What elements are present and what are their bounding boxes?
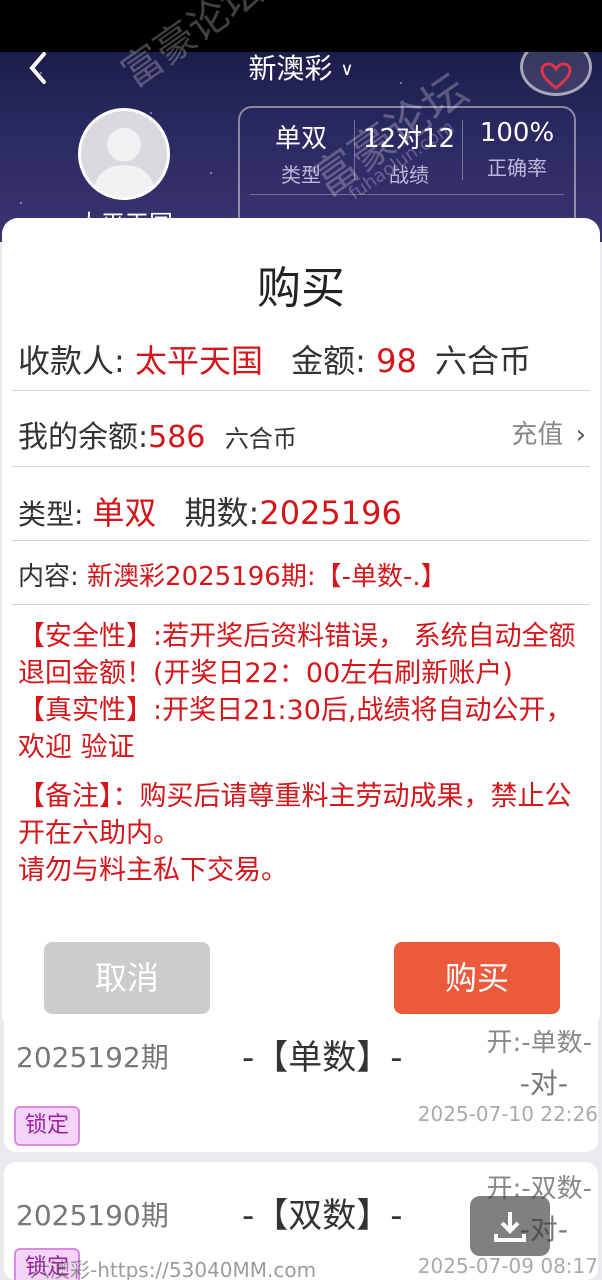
divider bbox=[12, 466, 590, 467]
type-value: 单双 bbox=[92, 494, 157, 532]
divider bbox=[12, 604, 590, 605]
match-result: -对- bbox=[519, 1067, 568, 1100]
payee-row: 收款人: 太平天国 金额: 98 六合币 bbox=[18, 336, 584, 382]
chevron-down-icon: ∨ bbox=[340, 59, 354, 80]
page-title: 新澳彩 bbox=[248, 52, 333, 85]
heart-icon bbox=[540, 62, 572, 90]
lock-badge: 锁定 bbox=[14, 1106, 80, 1146]
lottery-selector[interactable]: 新澳彩 ∨ bbox=[0, 52, 602, 92]
content-value: 新澳彩2025196期:【-单数-.】 bbox=[87, 562, 447, 592]
stat-value: 100% bbox=[479, 118, 555, 148]
payee-label: 收款人: bbox=[18, 342, 135, 380]
notice-remark: 【备注】：购买后请尊重料主劳动成果，禁止公开在六助内。 bbox=[18, 781, 572, 849]
header-hero: 新澳彩∨ 太平天国 单双 类型 12对12 战绩 100% 正确率 bbox=[0, 52, 602, 242]
recharge-label: 充值 bbox=[511, 420, 564, 450]
divider bbox=[462, 120, 463, 180]
period-value: 2025196 bbox=[259, 494, 402, 532]
balance-unit: 六合币 bbox=[224, 425, 297, 453]
amount-value: 98 bbox=[376, 342, 417, 380]
balance-row: 我的余额:586 六合币 bbox=[18, 412, 584, 456]
download-icon bbox=[494, 1212, 526, 1242]
period-number: 2025192期 bbox=[16, 1041, 169, 1074]
dialog-title: 购买 bbox=[257, 263, 345, 314]
chevron-right-icon: › bbox=[575, 420, 586, 450]
pick-value: -【单数】- bbox=[242, 1038, 403, 1078]
notice-text: 【安全性】:若开奖后资料错误， 系统自动全额退回金额！(开奖日22：00左右刷新… bbox=[18, 618, 590, 889]
cancel-button[interactable]: 取消 bbox=[44, 942, 210, 1014]
avatar[interactable] bbox=[78, 108, 170, 200]
period-label: 期数: bbox=[184, 494, 260, 532]
content-row: 内容: 新澳彩2025196期:【-单数-.】 bbox=[18, 556, 584, 593]
notice-truth: 【真实性】:开奖日21:30后,战绩将自动公开，欢迎 验证 bbox=[18, 695, 573, 763]
type-label: 类型: bbox=[18, 498, 93, 531]
stat-label: 正确率 bbox=[487, 156, 547, 180]
period-number: 2025190期 bbox=[16, 1199, 169, 1232]
balance-value: 586 bbox=[148, 420, 206, 455]
notice-remark-2: 请勿与料主私下交易。 bbox=[18, 855, 288, 886]
notice-safety: 【安全性】:若开奖后资料错误， 系统自动全额退回金额！(开奖日22：00左右刷新… bbox=[18, 621, 576, 689]
divider bbox=[250, 194, 564, 195]
stat-accuracy: 100% 正确率 bbox=[464, 118, 570, 181]
buy-button[interactable]: 购买 bbox=[394, 942, 560, 1014]
timestamp: 2025-07-09 08:17 bbox=[417, 1254, 598, 1278]
pick-value: -【双数】- bbox=[242, 1196, 403, 1236]
divider bbox=[12, 390, 590, 391]
status-bar bbox=[0, 0, 602, 52]
amount-label: 金额: bbox=[291, 342, 377, 380]
type-row: 类型: 单双 期数:2025196 bbox=[18, 488, 584, 534]
recharge-link[interactable]: 充值 › bbox=[511, 414, 586, 451]
content-label: 内容: bbox=[18, 562, 88, 592]
divider bbox=[12, 540, 590, 541]
payee-value: 太平天国 bbox=[134, 342, 263, 380]
amount-unit: 六合币 bbox=[435, 342, 532, 380]
purchase-dialog: 购买 收款人: 太平天国 金额: 98 六合币 我的余额:586 六合币 充值 … bbox=[2, 218, 600, 1030]
balance-label: 我的余额: bbox=[18, 420, 149, 455]
footer-url: 六澳彩-https://53040MM.com bbox=[30, 1258, 317, 1280]
timestamp: 2025-07-10 22:26 bbox=[417, 1102, 598, 1126]
download-button[interactable] bbox=[470, 1196, 550, 1256]
